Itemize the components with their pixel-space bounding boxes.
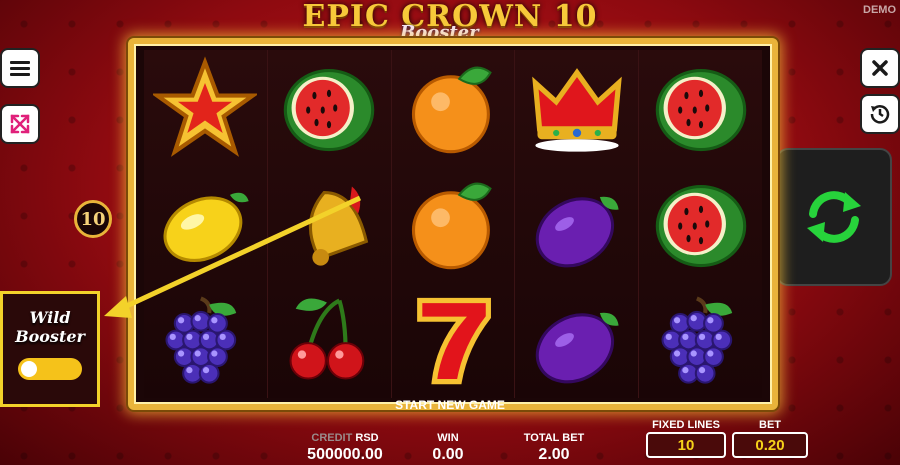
plum-symbol bbox=[515, 166, 638, 282]
history-button[interactable] bbox=[860, 94, 900, 134]
star-symbol bbox=[144, 50, 267, 166]
wild-booster-panel: Wild Booster bbox=[0, 291, 100, 407]
wild-booster-label-line2: Booster bbox=[15, 327, 85, 346]
lines-badge: 10 bbox=[74, 200, 112, 238]
fullscreen-icon bbox=[10, 114, 30, 134]
reels-grid bbox=[144, 50, 762, 398]
wild-booster-toggle[interactable] bbox=[18, 358, 82, 380]
watermelon-symbol bbox=[639, 50, 762, 166]
watermelon-symbol bbox=[639, 166, 762, 282]
reel-3 bbox=[391, 50, 516, 398]
reel-2 bbox=[267, 50, 392, 398]
wild-booster-label: Wild Booster bbox=[3, 308, 97, 346]
status-message: START NEW GAME bbox=[395, 398, 505, 412]
close-button[interactable] bbox=[860, 48, 900, 88]
seven-symbol bbox=[392, 282, 515, 398]
reel-1 bbox=[144, 50, 268, 398]
credit-label: CREDIT RSD bbox=[300, 432, 390, 444]
orange-symbol bbox=[392, 166, 515, 282]
toggle-knob bbox=[21, 361, 37, 377]
credit-display: CREDIT RSD 500000.00 bbox=[300, 432, 390, 464]
demo-badge: DEMO bbox=[863, 4, 896, 16]
orange-symbol bbox=[392, 50, 515, 166]
total-bet-display: TOTAL BET 2.00 bbox=[516, 432, 592, 464]
watermelon-symbol bbox=[268, 50, 391, 166]
win-value: 0.00 bbox=[432, 446, 464, 463]
grapes-symbol bbox=[639, 282, 762, 398]
cherries-symbol bbox=[268, 282, 391, 398]
total-bet-label: TOTAL BET bbox=[523, 432, 585, 444]
fixed-lines-value: 10 bbox=[646, 432, 726, 458]
reels-frame bbox=[128, 38, 778, 410]
credit-label-text: CREDIT bbox=[311, 432, 353, 444]
history-icon bbox=[870, 105, 890, 124]
credit-value: 500000.00 bbox=[307, 446, 383, 463]
bet-value[interactable]: 0.20 bbox=[732, 432, 808, 458]
currency-label: RSD bbox=[355, 432, 379, 444]
bet-label: BET bbox=[759, 419, 781, 431]
spin-button[interactable] bbox=[776, 148, 892, 286]
lemon-symbol bbox=[144, 166, 267, 282]
grapes-symbol bbox=[144, 282, 267, 398]
bell-symbol bbox=[268, 166, 391, 282]
crown-symbol bbox=[515, 50, 638, 166]
win-label: WIN bbox=[437, 432, 459, 444]
menu-icon bbox=[10, 61, 30, 76]
win-display: WIN 0.00 bbox=[418, 432, 478, 464]
reel-4 bbox=[515, 50, 640, 398]
plum-symbol bbox=[515, 282, 638, 398]
fixed-lines-label: FIXED LINES bbox=[652, 419, 720, 431]
menu-button[interactable] bbox=[0, 48, 40, 88]
reel-5 bbox=[639, 50, 762, 398]
close-icon bbox=[872, 60, 888, 76]
spin-icon bbox=[807, 191, 861, 243]
fullscreen-button[interactable] bbox=[0, 104, 40, 144]
total-bet-value: 2.00 bbox=[538, 446, 570, 463]
wild-booster-label-line1: Wild bbox=[29, 308, 71, 327]
